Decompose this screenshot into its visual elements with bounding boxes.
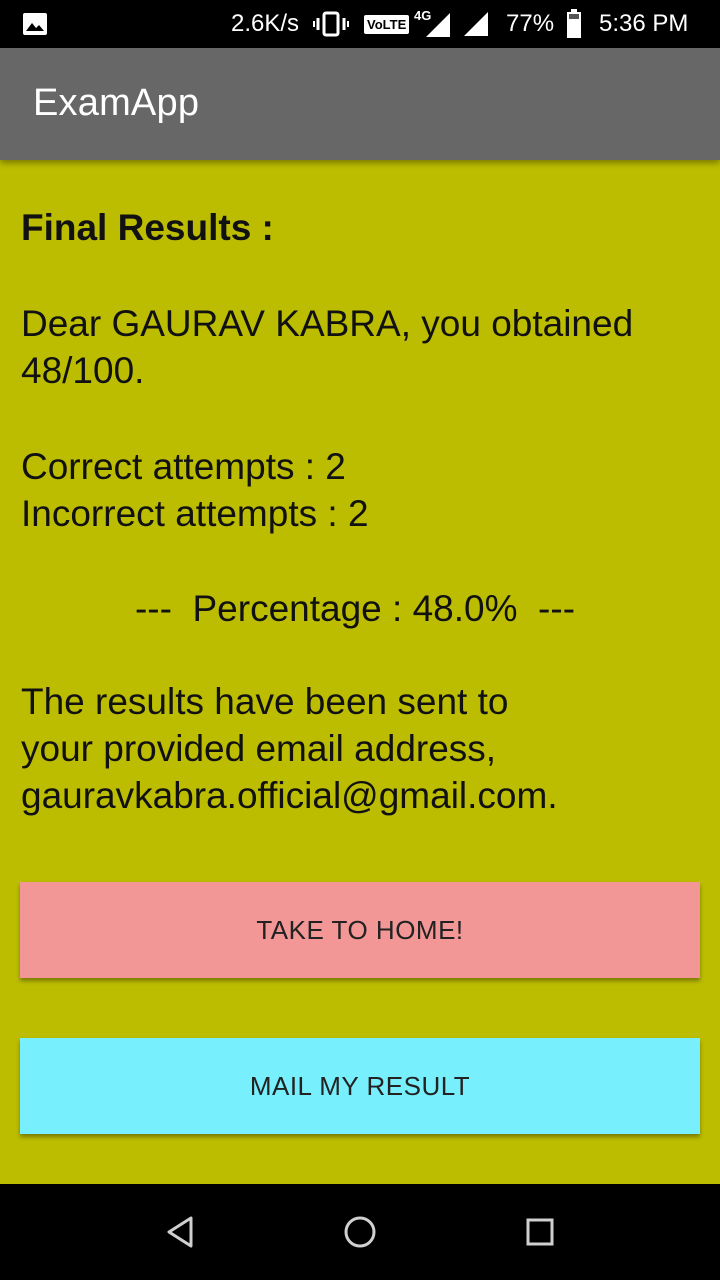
- signal-icon-2: [462, 0, 490, 48]
- net-speed-text: 2.6K/s: [231, 10, 300, 37]
- recents-icon[interactable]: [516, 1208, 564, 1256]
- clock-text: 5:36 PM: [599, 10, 689, 37]
- correct-attempts: Correct attempts : 2: [21, 446, 346, 487]
- email-note-line-1: The results have been sent to: [21, 681, 509, 722]
- mail-result-label: MAIL MY RESULT: [249, 1070, 471, 1101]
- vibrate-icon: [313, 0, 349, 48]
- results-heading: Final Results :: [21, 207, 274, 248]
- results-content: Final Results : Dear GAURAV KABRA, you o…: [0, 160, 720, 1184]
- email-note-line-2: your provided email address,: [21, 728, 497, 769]
- app-bar: ExamApp: [0, 48, 720, 160]
- email-note: The results have been sent to your provi…: [21, 678, 681, 819]
- volte-text: VoLTE: [364, 14, 410, 34]
- greeting-text: Dear GAURAV KABRA, you obtained 48/100.: [21, 303, 634, 391]
- take-home-button[interactable]: TAKE TO HOME!: [20, 882, 700, 978]
- incorrect-attempts: Incorrect attempts : 2: [21, 493, 369, 534]
- battery-icon: [566, 0, 582, 48]
- navigation-bar: [0, 1184, 720, 1280]
- mail-result-button[interactable]: MAIL MY RESULT: [20, 1038, 700, 1134]
- battery-percent: 77%: [506, 0, 554, 48]
- take-home-label: TAKE TO HOME!: [256, 914, 464, 945]
- back-icon[interactable]: [156, 1208, 204, 1256]
- battery-percent-text: 77%: [506, 10, 555, 37]
- status-bar: 2.6K/s VoLTE 4G 77% 5:36 PM: [0, 0, 720, 48]
- clock: 5:36 PM: [599, 0, 688, 48]
- image-icon: [22, 0, 48, 48]
- percentage: --- Percentage : 48.0% ---: [134, 588, 576, 629]
- volte-badge: VoLTE: [364, 0, 410, 48]
- email-address: gauravkabra.official@gmail.com.: [21, 775, 558, 816]
- net-speed: 2.6K/s: [231, 0, 299, 48]
- signal-icon: [424, 0, 450, 48]
- app-title: ExamApp: [33, 82, 200, 124]
- home-icon[interactable]: [336, 1208, 384, 1256]
